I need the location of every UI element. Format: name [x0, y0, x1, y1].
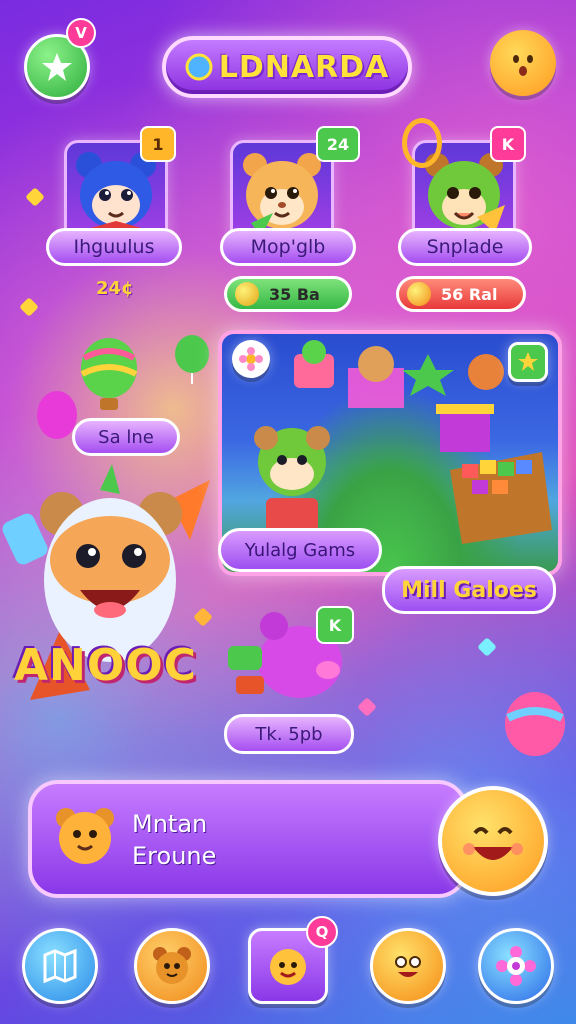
- flower-icon: [239, 347, 263, 371]
- character-name: Ihguulus: [46, 228, 182, 266]
- striped-balloon-icon: [505, 692, 565, 756]
- banner-text-group: Mntan Eroune: [132, 808, 216, 872]
- smiley-face-icon: [395, 956, 421, 977]
- level-badge: K: [490, 126, 526, 162]
- star-icon: [518, 352, 538, 371]
- sparkle: [25, 187, 45, 207]
- home-badge: V: [66, 18, 96, 48]
- character-name: Snplade: [398, 228, 532, 266]
- emoji-button[interactable]: [490, 30, 556, 96]
- level-badge: 24: [316, 126, 360, 162]
- star-icon: [42, 53, 72, 81]
- game-panel-label[interactable]: Yulalg Gams: [218, 528, 382, 572]
- coin-counter: 35 Ba: [224, 276, 352, 312]
- banner-line-2: Eroune: [132, 842, 217, 870]
- sparkle: [19, 297, 39, 317]
- character-sublabel: 24¢: [96, 278, 134, 299]
- game-panel-corner-label[interactable]: Mill Galoes: [382, 566, 556, 614]
- pet-label[interactable]: Tk. 5pb: [224, 714, 354, 754]
- promo-banner[interactable]: Mntan Eroune: [28, 780, 468, 898]
- sparkle: [477, 637, 497, 657]
- smiley-face-icon: [463, 827, 523, 860]
- banner-line-1: Mntan: [132, 810, 208, 838]
- nav-chick-badge: Q: [306, 916, 338, 948]
- chick-face-icon: [270, 949, 306, 985]
- coin-icon: [407, 282, 431, 306]
- coin-value: 35 Ba: [269, 284, 320, 304]
- nav-map-button[interactable]: [22, 928, 98, 1004]
- nav-bear-button[interactable]: [134, 928, 210, 1004]
- smiley-button[interactable]: [438, 786, 548, 896]
- coin-counter: 56 Ral: [396, 276, 526, 312]
- hero-title: ANOOC: [14, 640, 197, 691]
- game-title-banner: LDNARDA: [162, 36, 412, 98]
- nav-smiley-button[interactable]: [370, 928, 446, 1004]
- bear-face-icon: [153, 947, 191, 984]
- game-title: LDNARDA: [218, 49, 390, 85]
- coin-value: 56 Ral: [441, 284, 498, 304]
- nav-settings-button[interactable]: [478, 928, 554, 1004]
- flower-gear-icon: [496, 946, 536, 986]
- surprised-face-icon: [513, 55, 533, 76]
- coin-icon: [235, 282, 259, 306]
- logo-icon: [185, 53, 213, 81]
- green-balloon-icon: [175, 335, 209, 384]
- balloon-ring: [402, 118, 442, 168]
- panel-flower-button[interactable]: [232, 340, 270, 378]
- map-icon: [43, 948, 77, 984]
- bear-icon: [56, 808, 114, 864]
- side-tag[interactable]: Sa lne: [72, 418, 180, 456]
- pet-badge: K: [316, 606, 354, 644]
- character-name: Mop'glb: [220, 228, 356, 266]
- sparkle: [357, 697, 377, 717]
- level-badge: 1: [140, 126, 176, 162]
- corner-label-text: Mill Galoes: [401, 577, 537, 603]
- panel-star-button[interactable]: [508, 342, 548, 382]
